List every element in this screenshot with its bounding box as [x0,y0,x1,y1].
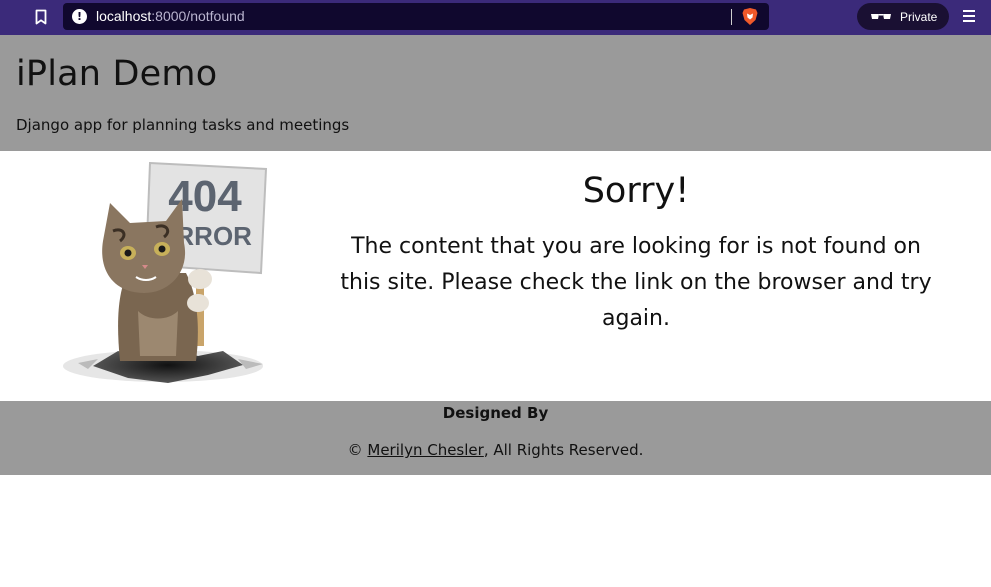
text-cursor [731,9,732,25]
url-host: localhost [96,8,152,24]
url-path: :8000/notfound [151,8,245,24]
site-subtitle: Django app for planning tasks and meetin… [16,116,350,134]
kitten-404-illustration: 404 ERROR [63,161,268,383]
private-glasses-icon [871,13,891,19]
bookmark-icon[interactable] [33,8,49,26]
site-footer: Designed By © Merilyn Chesler, All Right… [0,401,991,475]
copyright-line: © Merilyn Chesler, All Rights Reserved. [0,441,991,459]
site-header: iPlan Demo Django app for planning tasks… [0,35,991,151]
designed-by-label: Designed By [442,404,549,422]
private-label: Private [900,9,938,24]
private-window-badge[interactable]: Private [857,3,949,30]
brave-shield-icon[interactable] [741,7,759,26]
site-title[interactable]: iPlan Demo [16,54,217,94]
menu-icon[interactable] [963,10,975,24]
error-heading: Sorry! [582,171,690,211]
copyright-suffix: , All Rights Reserved. [483,441,644,459]
url-text[interactable]: localhost:8000/notfound [96,8,245,24]
error-message: The content that you are looking for is … [340,234,932,331]
browser-toolbar: ! localhost:8000/notfound Private [0,0,991,35]
author-link[interactable]: Merilyn Chesler [367,441,483,459]
not-found-content: 404 ERROR Sorry! The content that you ar… [0,151,991,401]
site-info-icon[interactable]: ! [72,9,87,24]
address-bar[interactable]: ! localhost:8000/notfound [63,3,769,30]
copyright-prefix: © [347,441,368,459]
